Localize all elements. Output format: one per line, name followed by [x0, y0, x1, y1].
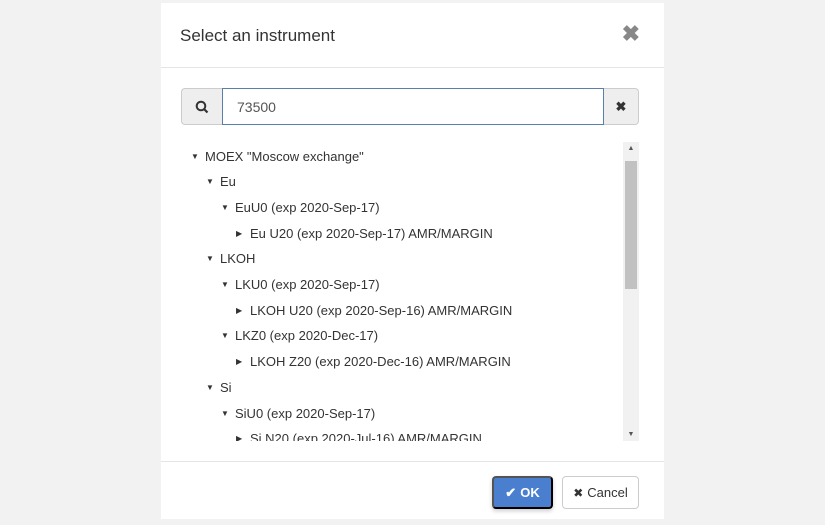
search-input[interactable]	[222, 88, 604, 125]
tree-node-label: LKOH U20 (exp 2020-Sep-16) AMR/MARGIN	[250, 302, 513, 318]
tree-node-label: EuU0 (exp 2020-Sep-17)	[235, 199, 380, 215]
tree-node[interactable]: ▶ Eu U20 (exp 2020-Sep-17) AMR/MARGIN	[236, 223, 493, 243]
tree-node[interactable]: ▶ Si N20 (exp 2020-Jul-16) AMR/MARGIN	[236, 429, 482, 441]
tree-node[interactable]: ▼ Eu	[206, 172, 236, 192]
check-icon: ✔	[505, 484, 517, 500]
caret-down-icon[interactable]: ▼	[221, 331, 235, 340]
tree-node[interactable]: ▼ Si	[206, 377, 232, 397]
tree-node[interactable]: ▶ LKOH U20 (exp 2020-Sep-16) AMR/MARGIN	[236, 300, 512, 320]
caret-down-icon[interactable]: ▼	[221, 280, 235, 289]
clear-search-button[interactable]: ✖	[604, 88, 639, 125]
tree-node-label: Si	[220, 379, 232, 395]
caret-down-icon[interactable]: ▼	[221, 409, 235, 418]
tree-node[interactable]: ▼ LKZ0 (exp 2020-Dec-17)	[221, 326, 378, 346]
scrollbar[interactable]: ▲ ▼	[623, 142, 639, 441]
tree-node[interactable]: ▶ LKOH Z20 (exp 2020-Dec-16) AMR/MARGIN	[236, 352, 511, 372]
caret-down-icon[interactable]: ▼	[221, 203, 235, 212]
scroll-down-icon[interactable]: ▼	[623, 431, 639, 438]
dialog-footer: ✔ OK ✖ Cancel	[161, 461, 664, 519]
tree-node-label: Eu U20 (exp 2020-Sep-17) AMR/MARGIN	[250, 225, 493, 241]
scrollbar-thumb[interactable]	[625, 161, 637, 289]
tree-node-label: LKU0 (exp 2020-Sep-17)	[235, 277, 380, 292]
close-icon: ✖	[573, 485, 584, 500]
tree-node-label: MOEX "Moscow exchange"	[205, 148, 364, 164]
tree-node-label: LKOH Z20 (exp 2020-Dec-16) AMR/MARGIN	[250, 354, 511, 370]
search-icon	[181, 88, 222, 125]
tree-node[interactable]: ▼ LKU0 (exp 2020-Sep-17)	[221, 275, 380, 295]
cancel-button[interactable]: ✖ Cancel	[562, 476, 639, 509]
caret-down-icon[interactable]: ▼	[206, 254, 220, 263]
tree-node-label: LKZ0 (exp 2020-Dec-17)	[235, 328, 379, 344]
tree-node[interactable]: ▼ SiU0 (exp 2020-Sep-17)	[221, 403, 375, 423]
tree-node-label: Eu	[220, 174, 236, 190]
tree-node-label: Si N20 (exp 2020-Jul-16) AMR/MARGIN	[250, 431, 482, 441]
caret-down-icon[interactable]: ▼	[191, 152, 205, 161]
instrument-dialog: Select an instrument ✖ ✖ ▲ ▼ ▼MOEX "Mosc…	[161, 3, 664, 519]
close-icon[interactable]: ✖	[622, 21, 640, 47]
search-group: ✖	[181, 88, 639, 125]
ok-button[interactable]: ✔ OK	[492, 476, 553, 509]
scroll-up-icon[interactable]: ▲	[623, 145, 639, 152]
tree-node[interactable]: ▼ EuU0 (exp 2020-Sep-17)	[221, 197, 380, 217]
caret-right-icon[interactable]: ▶	[236, 434, 250, 441]
tree-node-label: SiU0 (exp 2020-Sep-17)	[235, 405, 376, 421]
caret-right-icon[interactable]: ▶	[236, 306, 250, 315]
caret-right-icon[interactable]: ▶	[236, 357, 250, 366]
caret-down-icon[interactable]: ▼	[206, 383, 220, 392]
tree-node[interactable]: ▼ MOEX "Moscow exchange"	[191, 146, 364, 166]
caret-right-icon[interactable]: ▶	[236, 229, 250, 238]
caret-down-icon[interactable]: ▼	[206, 177, 220, 186]
instrument-tree: ▲ ▼ ▼ MOEX "Moscow exchange" ▼ Eu ▼ EuU0 (exp…	[181, 142, 639, 441]
tree-node[interactable]: ▼ LKOH	[206, 249, 255, 269]
dialog-header: Select an instrument ✖	[161, 3, 664, 68]
tree-node-label: LKOH	[220, 251, 256, 267]
dialog-title: Select an instrument	[180, 26, 335, 45]
